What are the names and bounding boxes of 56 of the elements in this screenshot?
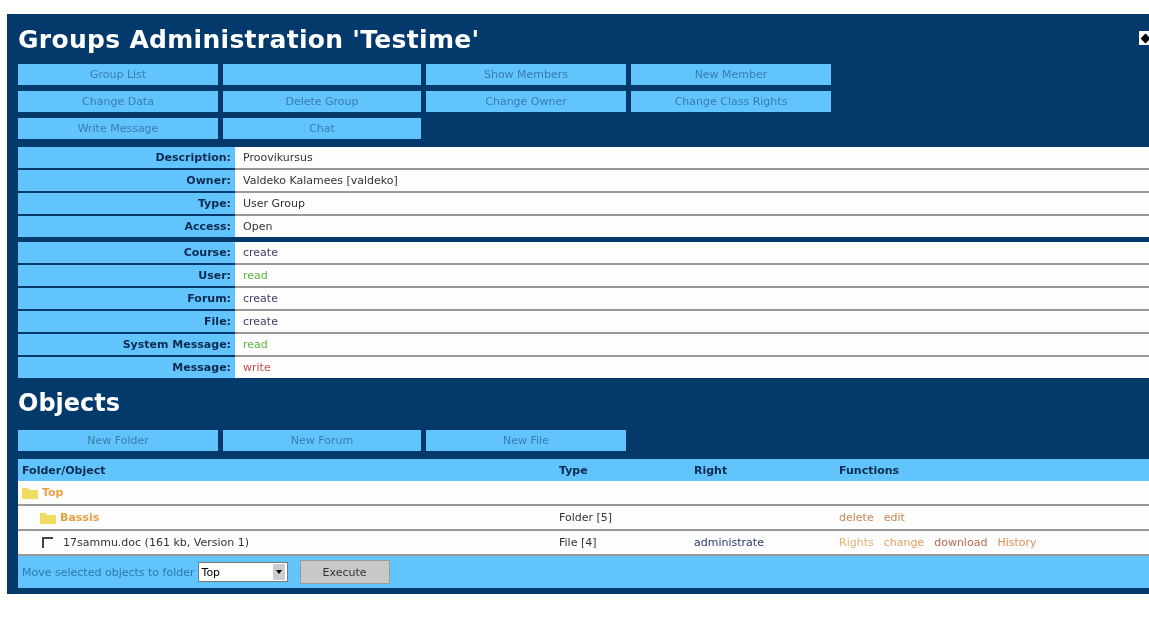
function-link[interactable]: edit bbox=[883, 511, 905, 524]
field-value: Proovikursus bbox=[235, 147, 1149, 170]
page-title: Groups Administration 'Testime' bbox=[18, 24, 480, 54]
folder-select[interactable]: Top bbox=[197, 562, 288, 582]
nav-button[interactable]: Group List bbox=[18, 64, 218, 85]
nav-button[interactable]: Change Owner bbox=[426, 91, 626, 112]
field-value: read bbox=[235, 265, 1149, 288]
folder-link[interactable]: Top bbox=[42, 486, 64, 499]
field-label: Message: bbox=[18, 357, 235, 378]
field-value: Valdeko Kalamees [valdeko] bbox=[235, 170, 1149, 193]
field-value: User Group bbox=[235, 193, 1149, 216]
folder-icon bbox=[22, 486, 38, 499]
field-label: User: bbox=[18, 265, 235, 288]
function-link[interactable]: Rights bbox=[839, 536, 874, 549]
table-cell: administrate bbox=[694, 536, 764, 549]
function-link[interactable]: download bbox=[934, 536, 988, 549]
nav-button[interactable]: Delete Group bbox=[223, 91, 421, 112]
column-header: Type bbox=[558, 463, 589, 477]
nav-button[interactable]: Chat bbox=[223, 118, 421, 139]
field-label: System Message: bbox=[18, 334, 235, 357]
field-value: Open bbox=[235, 216, 1149, 237]
field-value: create bbox=[235, 242, 1149, 265]
field-label: Access: bbox=[18, 216, 235, 237]
nav-button[interactable]: New File bbox=[426, 430, 626, 451]
folder-link[interactable]: Bassis bbox=[60, 511, 100, 524]
field-value: create bbox=[235, 288, 1149, 311]
function-link[interactable]: History bbox=[997, 536, 1037, 549]
field-label: Forum: bbox=[18, 288, 235, 311]
field-value: read bbox=[235, 334, 1149, 357]
nav-button[interactable]: Change Data bbox=[18, 91, 218, 112]
column-header: Right bbox=[693, 463, 729, 477]
file-name: 17sammu.doc (161 kb, Version 1) bbox=[63, 536, 249, 549]
column-header: Folder/Object bbox=[21, 463, 107, 477]
field-label: Owner: bbox=[18, 170, 235, 193]
diamond-icon[interactable] bbox=[1139, 31, 1149, 45]
field-label: Description: bbox=[18, 147, 235, 170]
folder-icon bbox=[40, 511, 56, 524]
function-link[interactable]: delete bbox=[839, 511, 874, 524]
table-cell: File [4] bbox=[559, 536, 597, 549]
nav-button[interactable]: Show Members bbox=[426, 64, 626, 85]
nav-button[interactable]: New Folder bbox=[18, 430, 218, 451]
field-label: File: bbox=[18, 311, 235, 334]
function-link[interactable]: change bbox=[883, 536, 925, 549]
nav-button[interactable]: Change Class Rights bbox=[631, 91, 831, 112]
move-label: Move selected objects to folder bbox=[22, 565, 195, 579]
field-value: create bbox=[235, 311, 1149, 334]
nav-button[interactable]: Write Message bbox=[18, 118, 218, 139]
field-label: Type: bbox=[18, 193, 235, 216]
nav-button[interactable]: New Member bbox=[631, 64, 831, 85]
field-value: write bbox=[235, 357, 1149, 378]
nav-button[interactable]: New Forum bbox=[223, 430, 421, 451]
column-header: Functions bbox=[838, 463, 901, 477]
table-cell: Folder [5] bbox=[559, 511, 613, 524]
section-heading: Objects bbox=[18, 388, 122, 419]
field-label: Course: bbox=[18, 242, 235, 265]
execute-button[interactable]: Execute bbox=[299, 560, 390, 584]
